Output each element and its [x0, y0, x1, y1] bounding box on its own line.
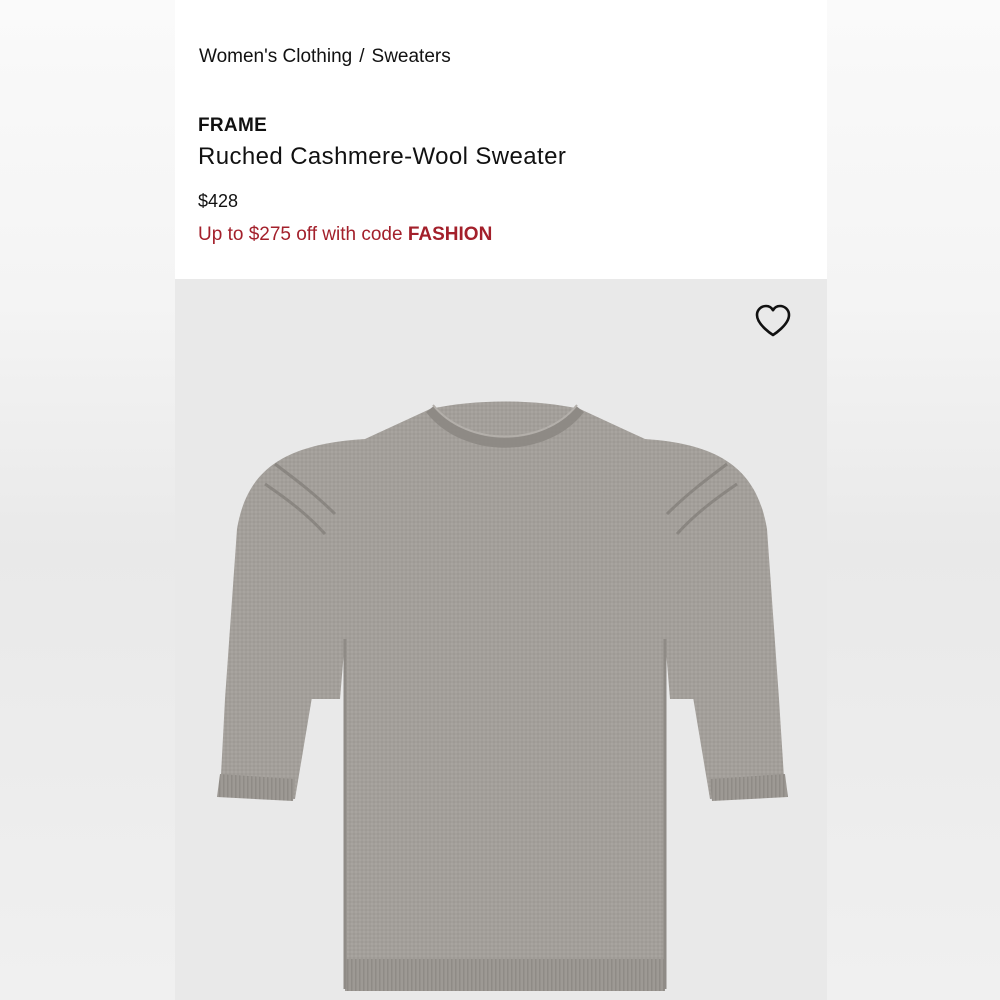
page: Women's Clothing / Sweaters FRAME Ruched… — [0, 0, 1000, 1000]
product-image[interactable] — [175, 279, 827, 1000]
breadcrumb: Women's Clothing / Sweaters — [199, 46, 451, 68]
wishlist-button[interactable] — [753, 301, 793, 341]
heart-outline-icon — [755, 304, 791, 337]
sweater-image — [217, 401, 788, 991]
blurred-background-right — [827, 0, 1000, 1000]
promo-message: Up to $275 off with code FASHION — [198, 224, 492, 246]
promo-text: Up to $275 off with code — [198, 224, 403, 245]
product-price: $428 — [198, 191, 239, 211]
brand-name[interactable]: FRAME — [198, 115, 267, 137]
product-title: Ruched Cashmere-Wool Sweater — [198, 143, 567, 170]
breadcrumb-link-womens-clothing[interactable]: Women's Clothing — [199, 46, 352, 68]
blurred-background-left — [0, 0, 175, 1000]
product-header: Women's Clothing / Sweaters FRAME Ruched… — [175, 0, 827, 279]
breadcrumb-separator: / — [359, 46, 365, 67]
promo-code: FASHION — [407, 224, 493, 245]
breadcrumb-link-sweaters[interactable]: Sweaters — [372, 46, 451, 68]
product-panel: Women's Clothing / Sweaters FRAME Ruched… — [175, 0, 827, 1000]
